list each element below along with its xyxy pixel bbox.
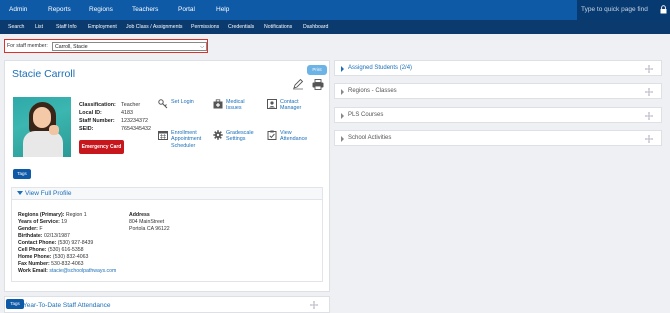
medical-kit-icon <box>213 99 223 109</box>
staff-profile-card: Stacie Carroll Print Classification: Teac… <box>4 60 330 292</box>
sub-navigation: Search List Staff Info Employment Job Cl… <box>0 20 670 34</box>
address-label: Address <box>129 212 150 218</box>
subnav-notifications[interactable]: Notifications <box>264 20 292 34</box>
key-icon <box>158 99 168 109</box>
move-icon[interactable] <box>645 135 653 143</box>
field-local-id: Local ID: 4183 <box>79 110 133 116</box>
move-icon[interactable] <box>645 88 653 96</box>
full-profile-toggle[interactable]: View Full Profile <box>12 188 322 200</box>
lock-button[interactable] <box>657 0 670 20</box>
subnav-permissions[interactable]: Permissions <box>191 20 219 34</box>
gear-icon <box>213 130 223 140</box>
nav-admin[interactable]: Admin <box>9 0 27 20</box>
move-icon[interactable] <box>645 65 653 73</box>
triangle-right-icon <box>341 89 344 95</box>
top-navigation: Admin Reports Regions Teachers Portal He… <box>0 0 670 20</box>
profile-birthdate: Birthdate: 02/13/1987 <box>18 233 70 239</box>
staff-member-value: Carroll, Stacie <box>55 44 88 50</box>
address-line-1: 804 MainStreet <box>129 219 165 225</box>
profile-gender: Gender: F <box>18 226 43 232</box>
subnav-credentials[interactable]: Credentials <box>228 20 254 34</box>
panel-pls-courses[interactable]: PLS Courses <box>334 107 662 123</box>
subnav-staff-info[interactable]: Staff Info <box>56 20 77 34</box>
nav-teachers[interactable]: Teachers <box>132 0 158 20</box>
calendar-icon <box>158 131 168 140</box>
field-staff-number: Staff Number: 123234372 <box>79 118 148 124</box>
staff-member-select[interactable]: Carroll, Stacie ⌵ <box>52 42 207 51</box>
panel-school-activities[interactable]: School Activities <box>334 130 662 146</box>
address-line-2: Portola CA 96122 <box>129 226 170 232</box>
full-profile-section: View Full Profile Regions (Primary): Reg… <box>11 187 323 282</box>
profile-years-of-service: Years of Service: 19 <box>18 219 68 225</box>
nav-reports[interactable]: Reports <box>48 0 71 20</box>
chevron-down-icon: ⌵ <box>200 44 204 50</box>
print-button[interactable]: Print <box>307 65 327 75</box>
subnav-job-class[interactable]: Job Class / Assignments <box>126 20 183 34</box>
quick-find-input[interactable]: Type to quick page find <box>577 0 657 20</box>
subnav-employment[interactable]: Employment <box>88 20 117 34</box>
work-email-link[interactable]: stacie@schoolpathways.com <box>49 268 116 274</box>
edit-pencil-icon[interactable] <box>292 78 304 90</box>
printer-icon[interactable] <box>312 79 324 90</box>
profile-home-phone: Home Phone: (530) 832-4063 <box>18 254 89 260</box>
profile-fax-number: Fax Number: 530-832-4063 <box>18 261 84 267</box>
nav-regions[interactable]: Regions <box>89 0 113 20</box>
emergency-card-button[interactable]: Emergency Card <box>79 140 124 154</box>
lock-icon <box>660 5 667 14</box>
contact-card-icon <box>267 99 277 109</box>
tags-floating-button[interactable]: Tags <box>6 299 24 309</box>
checklist-icon <box>267 130 277 140</box>
profile-regions: Regions (Primary): Region 1 <box>18 212 87 218</box>
ytd-attendance-panel[interactable]: Year-To-Date Staff Attendance <box>4 296 330 313</box>
subnav-search[interactable]: Search <box>8 20 24 34</box>
triangle-down-icon <box>17 191 23 195</box>
panel-title: PLS Courses <box>348 112 384 118</box>
nav-portal[interactable]: Portal <box>178 0 195 20</box>
panel-title: Assigned Students (2/4) <box>348 65 413 71</box>
staff-member-label: For staff member: <box>7 43 48 49</box>
staff-name-title: Stacie Carroll <box>12 68 76 80</box>
triangle-right-icon <box>341 136 344 142</box>
panel-title: School Activities <box>348 135 392 141</box>
tags-button[interactable]: Tags <box>13 169 31 179</box>
profile-contact-phone: Contact Phone: (530) 927-8439 <box>18 240 94 246</box>
ytd-attendance-title: Year-To-Date Staff Attendance <box>23 302 111 309</box>
move-icon[interactable] <box>310 301 318 309</box>
move-icon[interactable] <box>645 112 653 120</box>
nav-help[interactable]: Help <box>216 0 229 20</box>
triangle-right-icon <box>341 66 344 72</box>
panel-regions-classes[interactable]: Regions - Classes <box>334 83 662 99</box>
subnav-list[interactable]: List <box>35 20 43 34</box>
profile-work-email: Work Email: stacie@schoolpathways.com <box>18 268 117 274</box>
full-profile-title: View Full Profile <box>25 190 72 197</box>
panel-title: Regions - Classes <box>348 88 397 94</box>
field-classification: Classification: Teacher <box>79 102 141 108</box>
triangle-right-icon <box>341 113 344 119</box>
staff-photo <box>13 97 71 157</box>
staff-member-selector: For staff member: Carroll, Stacie ⌵ <box>4 39 208 53</box>
profile-cell-phone: Cell Phone: (530) 616-5358 <box>18 247 84 253</box>
field-seid: SEID: 7654345432 <box>79 126 151 132</box>
subnav-dashboard[interactable]: Dashboard <box>303 20 328 34</box>
panel-assigned-students[interactable]: Assigned Students (2/4) <box>334 60 662 76</box>
